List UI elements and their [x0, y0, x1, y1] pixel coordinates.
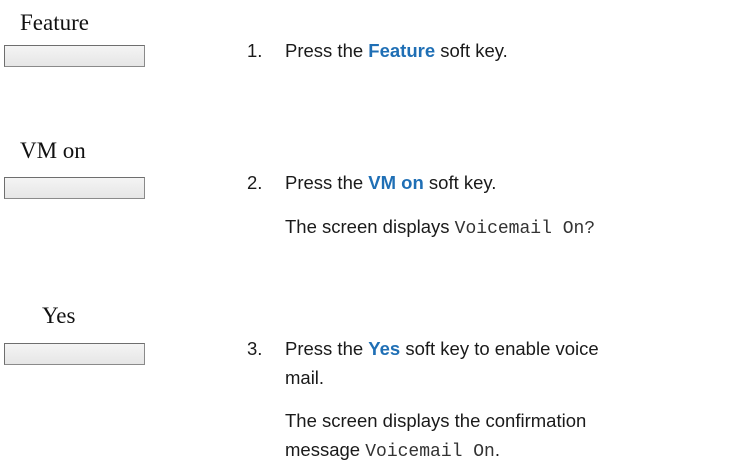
step-2-note: The screen displays Voicemail On? — [285, 216, 596, 239]
step-number: 2. — [247, 172, 263, 193]
step-3-note-line2: message Voicemail On. — [285, 439, 500, 462]
step-text: Press the VM on soft key. — [285, 172, 497, 193]
display-message: Voicemail On? — [454, 219, 596, 239]
feature-key-ref: Feature — [368, 40, 436, 61]
softkey-label-yes: Yes — [42, 303, 76, 328]
vm-on-key-ref: VM on — [368, 172, 424, 193]
softkey-label-vm-on: VM on — [20, 138, 86, 163]
step-3-note-line1: The screen displays the confirmation — [285, 410, 587, 431]
step-number: 3. — [247, 338, 263, 359]
yes-key-ref: Yes — [368, 338, 401, 359]
display-message: Voicemail On — [365, 442, 495, 462]
softkey-label-feature: Feature — [20, 10, 89, 35]
step-3-continuation: mail. — [285, 367, 325, 388]
step-text: Press the Feature soft key. — [285, 40, 508, 61]
feature-softkey[interactable] — [4, 45, 145, 67]
yes-softkey[interactable] — [4, 343, 145, 365]
vm-on-softkey[interactable] — [4, 177, 145, 199]
step-text: Press the Yes soft key to enable voice — [285, 338, 599, 359]
step-number: 1. — [247, 40, 263, 61]
